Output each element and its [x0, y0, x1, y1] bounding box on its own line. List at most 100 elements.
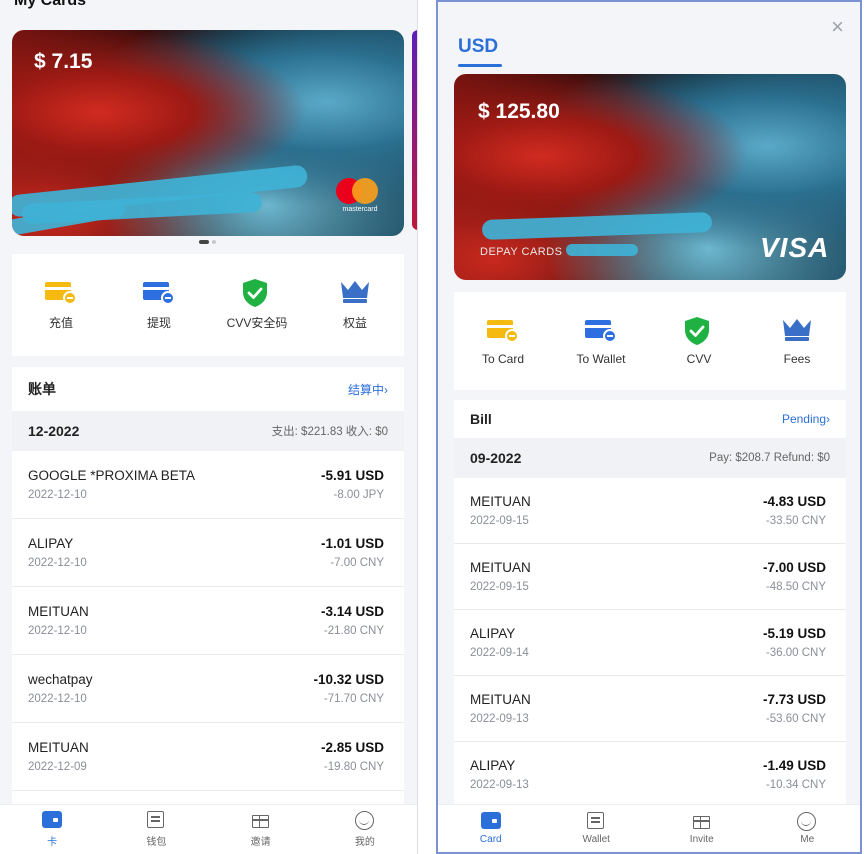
- month-row: 12-2022 支出: $221.83 收入: $0: [12, 411, 404, 451]
- transaction-date: 2022-12-10: [28, 693, 87, 705]
- transaction-amount: -7.73 USD: [762, 692, 826, 707]
- gift-icon: [692, 812, 712, 830]
- transaction-row[interactable]: MEITUAN 2022-09-15 -4.83 USD -33.50 CNY: [454, 478, 846, 544]
- chevron-right-icon: ›: [826, 412, 830, 426]
- card-brand-text: DEPAY CARDS: [480, 246, 563, 258]
- tab-wallet[interactable]: 钱包: [126, 811, 186, 848]
- quick-actions: 充值 提现 CVV安全码 权益: [12, 254, 404, 356]
- transaction-list: GOOGLE *PROXIMA BETA 2022-12-10 -5.91 USD -…: [12, 451, 404, 791]
- card-mastercard[interactable]: $ 7.15 mastercard: [12, 30, 404, 236]
- left-screen: My Cards $ 7.15 mastercard 充值 提现 CVV安全码 …: [0, 0, 418, 854]
- transaction-merchant: ALIPAY: [470, 758, 516, 773]
- cvv-button[interactable]: CVV: [654, 316, 744, 366]
- tab-label: Invite: [689, 834, 714, 845]
- withdraw-card-icon: [143, 278, 175, 306]
- tab-label: 钱包: [146, 837, 167, 848]
- tab-usd[interactable]: USD: [458, 36, 498, 58]
- month-label: 12-2022: [28, 423, 80, 439]
- fees-button[interactable]: Fees: [752, 316, 842, 366]
- transaction-info: ALIPAY 2022-09-14: [470, 626, 529, 659]
- page-title: My Cards: [14, 0, 87, 9]
- withdraw-button[interactable]: 提现: [114, 278, 204, 331]
- transaction-merchant: MEITUAN: [470, 560, 531, 575]
- top-up-card-icon: [45, 278, 77, 306]
- wallet-icon: [586, 812, 606, 830]
- transaction-original-amount: -8.00 JPY: [333, 489, 385, 501]
- cvv-button[interactable]: CVV安全码: [212, 278, 302, 331]
- close-icon[interactable]: ×: [831, 16, 844, 38]
- transaction-amounts: -4.83 USD -33.50 CNY: [763, 494, 826, 527]
- transaction-row[interactable]: GOOGLE *PROXIMA BETA 2022-12-10 -5.91 USD -…: [12, 451, 404, 519]
- benefits-button[interactable]: 权益: [310, 278, 400, 331]
- transaction-info: MEITUAN 2022-12-10: [28, 604, 89, 637]
- tab-profile[interactable]: Me: [777, 812, 837, 845]
- redaction-scribble: [481, 211, 713, 241]
- transaction-original-amount: -21.80 CNY: [323, 625, 384, 637]
- transaction-row[interactable]: MEITUAN 2022-12-09 -2.85 USD -19.80 CNY: [12, 723, 404, 791]
- transaction-date: 2022-09-13: [470, 779, 529, 791]
- transaction-date: 2022-12-10: [28, 557, 87, 569]
- transaction-original-amount: -48.50 CNY: [765, 581, 826, 593]
- transaction-date: 2022-09-15: [470, 581, 529, 593]
- profile-icon: [354, 811, 375, 830]
- bill-header: Bill Pending›: [454, 400, 846, 438]
- carousel-indicator: [199, 240, 216, 244]
- transaction-row[interactable]: MEITUAN 2022-12-10 -3.14 USD -21.80 CNY: [12, 587, 404, 655]
- transaction-original-amount: -36.00 CNY: [765, 647, 826, 659]
- transaction-info: MEITUAN 2022-09-15: [470, 494, 531, 527]
- transaction-list: MEITUAN 2022-09-15 -4.83 USD -33.50 CNY MEIT…: [454, 478, 846, 808]
- to-card-icon: [487, 316, 519, 344]
- transaction-row[interactable]: MEITUAN 2022-09-15 -7.00 USD -48.50 CNY: [454, 544, 846, 610]
- top-up-button[interactable]: 充值: [16, 278, 106, 331]
- tab-bar: Card Wallet Invite Me: [438, 804, 860, 852]
- card-icon: [42, 811, 63, 829]
- card-visa[interactable]: $ 125.80 DEPAY CARDS VISA: [454, 74, 846, 280]
- bill-panel: 账单 结算中› 12-2022 支出: $221.83 收入: $0 GOOGL…: [12, 367, 404, 807]
- month-summary: 支出: $221.83 收入: $0: [271, 426, 388, 438]
- bill-status-link[interactable]: 结算中›: [348, 381, 388, 398]
- month-summary: Pay: $208.7 Refund: $0: [709, 452, 830, 464]
- transaction-amounts: -1.49 USD -10.34 CNY: [763, 758, 826, 791]
- bill-status-link[interactable]: Pending›: [782, 412, 830, 426]
- tab-gift[interactable]: 邀请: [231, 811, 291, 848]
- transaction-info: GOOGLE *PROXIMA BETA 2022-12-10: [28, 468, 195, 501]
- transaction-amount: -2.85 USD: [320, 740, 384, 755]
- tab-label: Card: [479, 834, 502, 845]
- quick-actions: To Card To Wallet CVV Fees: [454, 292, 846, 390]
- transaction-amount: -10.32 USD: [313, 672, 384, 687]
- transaction-date: 2022-12-10: [28, 625, 87, 637]
- transaction-amount: -1.01 USD: [320, 536, 384, 551]
- transaction-amounts: -5.91 USD -8.00 JPY: [321, 468, 384, 501]
- tab-wallet[interactable]: Wallet: [566, 812, 626, 845]
- transaction-original-amount: -33.50 CNY: [765, 515, 826, 527]
- bill-header: 账单 结算中›: [12, 367, 404, 411]
- transaction-row[interactable]: MEITUAN 2022-09-13 -7.73 USD -53.60 CNY: [454, 676, 846, 742]
- transaction-info: wechatpay 2022-12-10: [28, 672, 93, 705]
- tab-gift[interactable]: Invite: [672, 812, 732, 845]
- transaction-row[interactable]: ALIPAY 2022-12-10 -1.01 USD -7.00 CNY: [12, 519, 404, 587]
- transaction-original-amount: -53.60 CNY: [765, 713, 826, 725]
- transaction-row[interactable]: wechatpay 2022-12-10 -10.32 USD -71.70 CNY: [12, 655, 404, 723]
- tab-profile[interactable]: 我的: [335, 811, 395, 848]
- transaction-date: 2022-09-13: [470, 713, 529, 725]
- transaction-row[interactable]: ALIPAY 2022-09-14 -5.19 USD -36.00 CNY: [454, 610, 846, 676]
- transaction-amount: -1.49 USD: [762, 758, 826, 773]
- tab-card[interactable]: Card: [461, 812, 521, 845]
- transaction-amount: -4.83 USD: [762, 494, 826, 509]
- transaction-amounts: -5.19 USD -36.00 CNY: [763, 626, 826, 659]
- to-wallet-icon: [585, 316, 617, 344]
- next-card-peek[interactable]: [412, 30, 417, 230]
- to-wallet-button[interactable]: To Wallet: [556, 316, 646, 366]
- tab-label: 卡: [47, 837, 58, 848]
- profile-icon: [797, 812, 817, 831]
- transaction-amount: -7.00 USD: [762, 560, 826, 575]
- transaction-merchant: MEITUAN: [28, 604, 89, 619]
- to-card-button[interactable]: To Card: [458, 316, 548, 366]
- transaction-date: 2022-12-09: [28, 761, 87, 773]
- transaction-amount: -5.91 USD: [320, 468, 384, 483]
- transaction-original-amount: -7.00 CNY: [330, 557, 384, 569]
- crown-icon: [339, 278, 371, 306]
- chevron-right-icon: ›: [384, 382, 388, 397]
- transaction-row[interactable]: ALIPAY 2022-09-13 -1.49 USD -10.34 CNY: [454, 742, 846, 808]
- tab-card[interactable]: 卡: [22, 811, 82, 848]
